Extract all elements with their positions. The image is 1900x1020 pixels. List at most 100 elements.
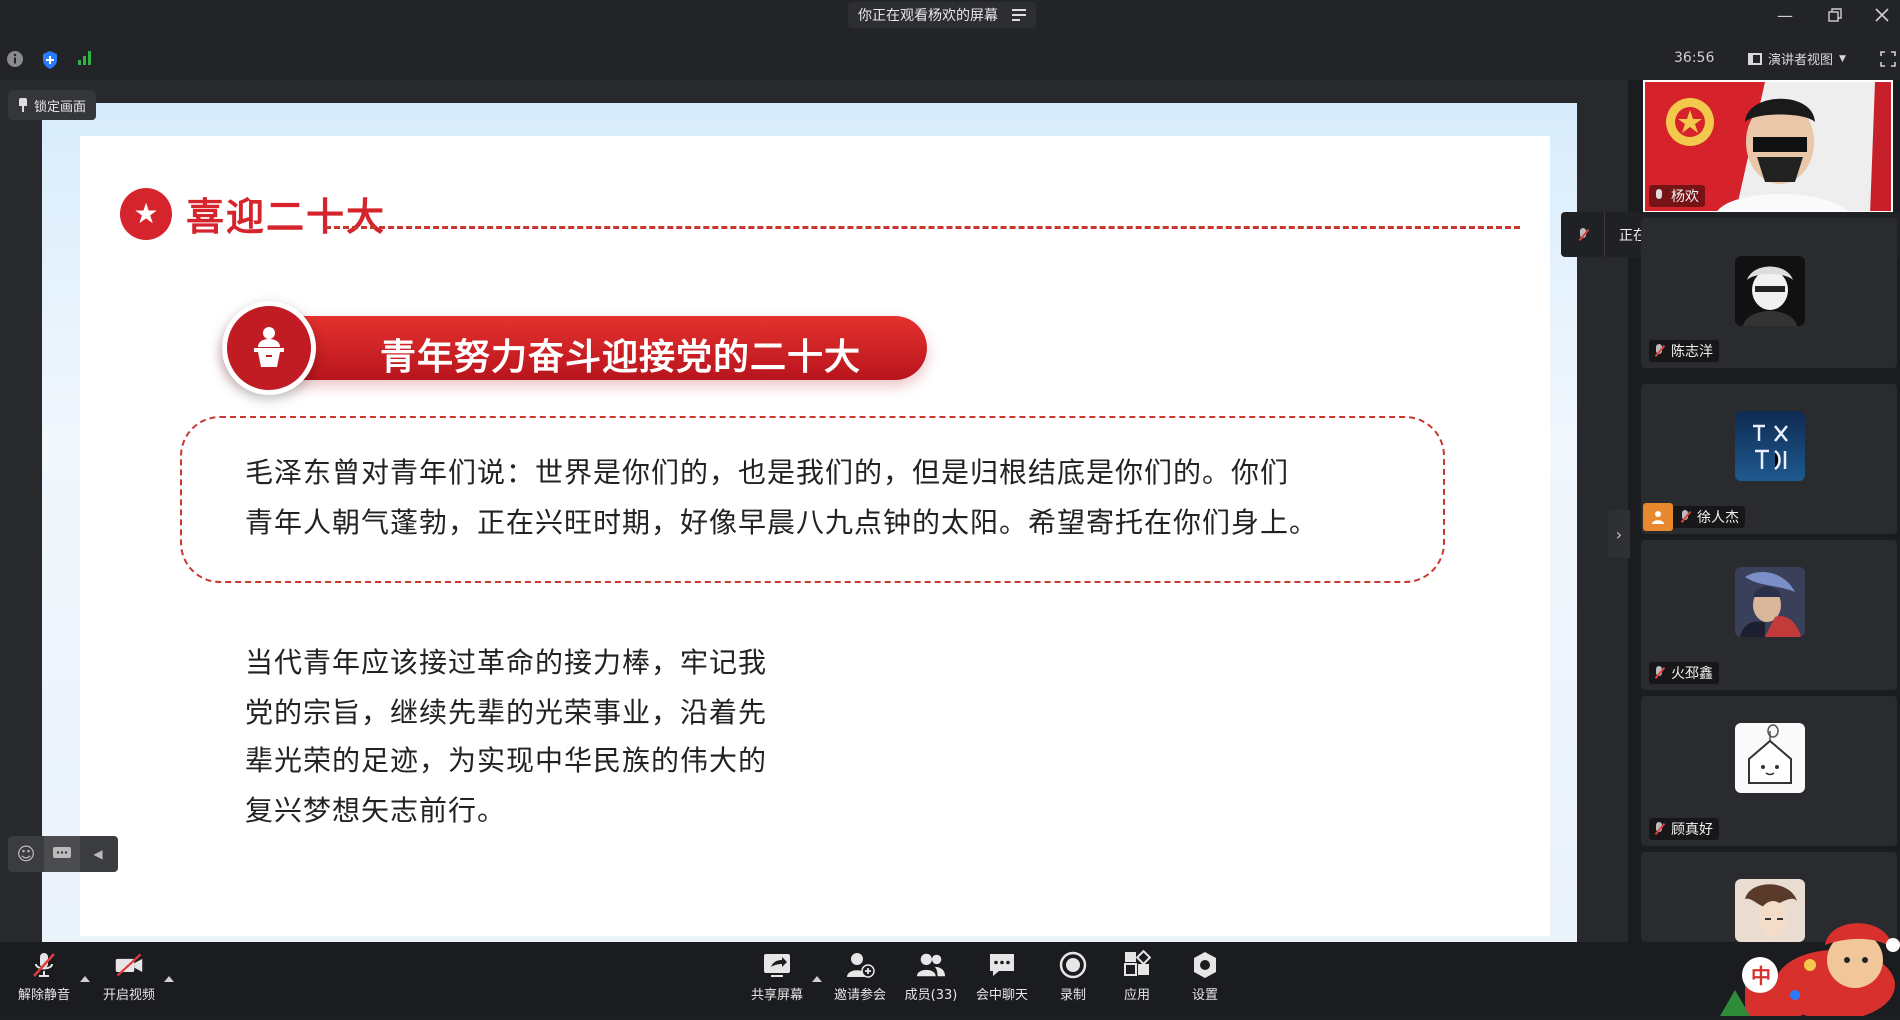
mic-muted-icon [1653, 822, 1665, 836]
body-line: 党的宗旨，继续先辈的光荣事业，沿着先 [245, 696, 768, 729]
camera-off-icon [114, 950, 144, 980]
participant-name: 火邳鑫 [1671, 666, 1713, 682]
participant-name: 徐人杰 [1697, 510, 1739, 526]
mic-muted-icon [1653, 666, 1665, 680]
mic-muted-icon [29, 950, 59, 980]
members-button[interactable]: 成员(33) [896, 950, 966, 1012]
body-line: 复兴梦想矢志前行。 [245, 794, 507, 827]
comment-button[interactable] [44, 836, 80, 872]
avatar [1735, 567, 1805, 637]
mic-muted-icon [1561, 212, 1605, 257]
invite-button[interactable]: 邀请参会 [825, 950, 895, 1012]
chevron-right-icon: › [1615, 524, 1623, 544]
quote-box [180, 416, 1445, 583]
participant-name: 顾真好 [1671, 822, 1713, 838]
menu-icon[interactable] [1012, 9, 1026, 21]
lock-view-button[interactable]: 锁定画面 [8, 90, 97, 120]
microphone-icon [1653, 189, 1665, 203]
close-button[interactable] [1862, 0, 1900, 30]
members-label: 成员(33) [904, 988, 958, 1003]
window-title: 你正在观看杨欢的屏幕 [858, 8, 998, 24]
apps-icon [1122, 950, 1152, 980]
fullscreen-icon[interactable] [1880, 51, 1896, 67]
record-button[interactable]: 录制 [1038, 950, 1108, 1012]
slide-title: 喜迎二十大 [186, 194, 387, 239]
meeting-timer: 36:56 [1674, 50, 1715, 66]
apps-button[interactable]: 应用 [1102, 950, 1172, 1012]
add-user-icon [845, 950, 875, 980]
slide-title-group: ★ 喜迎二十大 [120, 186, 386, 241]
participant-tile[interactable]: 顾真好 [1641, 696, 1897, 846]
start-video-label: 开启视频 [102, 988, 155, 1003]
title-bar: 你正在观看杨欢的屏幕 — [0, 0, 1900, 30]
record-icon [1058, 950, 1088, 980]
chevron-left-icon: ◀ [93, 847, 103, 861]
window-title-pill[interactable]: 你正在观看杨欢的屏幕 [848, 2, 1036, 28]
start-video-button[interactable]: 开启视频 [94, 950, 164, 1012]
mascot-sticker[interactable]: 中 [1715, 915, 1900, 1020]
shield-icon[interactable] [41, 50, 59, 70]
participant-name: 陈志洋 [1671, 344, 1713, 360]
body-line: 当代青年应该接过革命的接力棒，牢记我 [245, 646, 768, 679]
audio-options-caret[interactable] [80, 976, 90, 982]
settings-label: 设置 [1191, 988, 1218, 1003]
members-icon [916, 950, 946, 980]
collapse-panel-button[interactable]: › [1608, 510, 1630, 558]
svg-text:中: 中 [1751, 964, 1771, 988]
presenter-name: 杨欢 [1671, 189, 1699, 205]
presenter-name-tag: 杨欢 [1649, 185, 1705, 207]
chat-icon [987, 950, 1017, 980]
slide-content: ★ 喜迎二十大 青年努力奋斗迎接党的二十大 毛泽东曾对青年们说：世界是你们的，也… [80, 136, 1550, 936]
minimize-button[interactable]: — [1765, 0, 1805, 30]
banner-text: 青年努力奋斗迎接党的二十大 [380, 337, 862, 378]
collapse-controls-button[interactable]: ◀ [80, 836, 116, 872]
presenter-video-tile[interactable]: 杨欢 [1643, 80, 1893, 213]
view-mode-selector[interactable]: 演讲者视图 ▼ [1748, 49, 1846, 68]
restore-button[interactable] [1815, 0, 1855, 30]
chat-button[interactable]: 会中聊天 [967, 950, 1037, 1012]
participant-name-tag: 徐人杰 [1643, 503, 1745, 531]
shared-slide: ★ 喜迎二十大 青年努力奋斗迎接党的二十大 毛泽东曾对青年们说：世界是你们的，也… [42, 103, 1577, 943]
lock-view-label: 锁定画面 [34, 99, 87, 115]
share-screen-label: 共享屏幕 [750, 988, 803, 1003]
quote-line: 毛泽东曾对青年们说：世界是你们的，也是我们的，但是归根结底是你们的。你们 [245, 456, 1290, 489]
info-icon[interactable] [6, 50, 24, 68]
participant-name-tag: 火邳鑫 [1649, 662, 1719, 684]
star-icon: ★ [120, 187, 172, 240]
video-options-caret[interactable] [164, 976, 174, 982]
participant-name-tag: 顾真好 [1649, 818, 1719, 840]
avatar [1735, 256, 1805, 326]
signal-icon[interactable] [77, 50, 93, 66]
chat-label: 会中聊天 [975, 988, 1028, 1003]
view-mode-label: 演讲者视图 [1768, 53, 1834, 68]
settings-button[interactable]: 设置 [1170, 950, 1240, 1012]
title-divider [325, 226, 1520, 229]
record-label: 录制 [1059, 988, 1086, 1003]
apps-label: 应用 [1123, 988, 1150, 1003]
participant-tile[interactable]: 徐人杰 [1641, 384, 1897, 534]
share-screen-icon [762, 950, 792, 980]
share-screen-button[interactable]: 共享屏幕 [742, 950, 812, 1012]
close-icon [1875, 8, 1889, 22]
invite-label: 邀请参会 [833, 988, 886, 1003]
participant-tile[interactable]: 陈志洋 [1641, 218, 1897, 368]
layout-icon [1748, 52, 1762, 65]
mic-muted-icon [1679, 510, 1691, 524]
participant-name-tag: 陈志洋 [1649, 340, 1719, 362]
podium-icon [222, 301, 316, 395]
emoji-icon: ☺ [16, 843, 36, 865]
body-line: 辈光荣的足迹，为实现中华民族的伟大的 [245, 744, 768, 777]
avatar [1735, 411, 1805, 481]
pin-icon [18, 98, 28, 112]
emoji-button[interactable]: ☺ [8, 836, 44, 872]
unmute-button[interactable]: 解除静音 [9, 950, 79, 1012]
minimize-icon: — [1777, 5, 1793, 25]
mic-muted-icon [1653, 344, 1665, 358]
user-avatar-icon [1643, 503, 1673, 531]
participant-tile[interactable]: 火邳鑫 [1641, 540, 1897, 690]
unmute-label: 解除静音 [17, 988, 70, 1003]
annotation-controls: ☺ ◀ [8, 836, 118, 872]
share-options-caret[interactable] [812, 976, 822, 982]
restore-icon [1828, 8, 1842, 22]
quote-line: 青年人朝气蓬勃，正在兴旺时期，好像早晨八九点钟的太阳。希望寄托在你们身上。 [245, 506, 1319, 539]
